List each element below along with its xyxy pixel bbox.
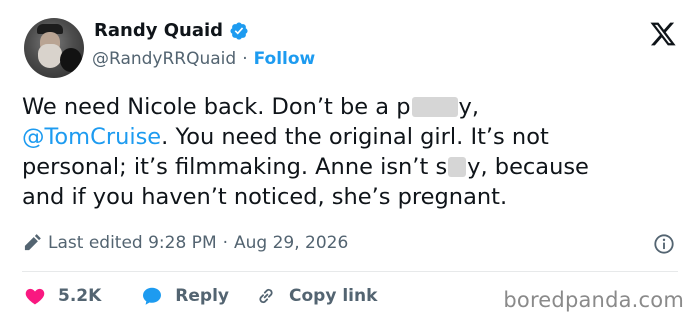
avatar-beard — [38, 44, 62, 68]
tweet-line1-prefix: We need Nicole back. Don’t be a p — [22, 94, 411, 120]
verified-badge-icon — [230, 21, 248, 40]
reply-button[interactable]: Reply — [141, 285, 229, 307]
censor-blur-2 — [448, 157, 467, 177]
author-name-row: Randy Quaid — [94, 20, 249, 41]
x-logo-icon[interactable] — [648, 20, 678, 48]
tweet-line3: personal; it’s filmmaking. Anne isn’t s — [22, 154, 448, 180]
avatar-dog — [60, 48, 82, 72]
edited-label[interactable]: Last edited 9:28 PM — [48, 233, 217, 253]
tweet-line1-suffix: y, — [458, 94, 479, 120]
reply-label: Reply — [175, 286, 229, 306]
heart-icon — [25, 288, 45, 305]
like-count: 5.2K — [58, 286, 102, 306]
pencil-icon — [24, 234, 41, 251]
avatar[interactable] — [24, 18, 84, 78]
action-bar: 5.2K Reply Copy link — [24, 285, 377, 307]
censor-blur-1 — [411, 97, 458, 117]
info-icon[interactable] — [653, 233, 675, 255]
edited-date[interactable]: Aug 29, 2026 — [234, 233, 348, 253]
tweet-line3-suffix: y, because — [467, 154, 589, 180]
author-handle[interactable]: @RandyRRQuaid — [92, 49, 236, 69]
author-name[interactable]: Randy Quaid — [94, 20, 223, 41]
edited-separator: · — [222, 233, 229, 253]
mention-link[interactable]: @TomCruise — [22, 124, 161, 150]
copy-link-button[interactable]: Copy link — [255, 285, 377, 307]
copy-link-label: Copy link — [289, 286, 378, 306]
like-button[interactable]: 5.2K — [24, 285, 101, 307]
link-icon — [259, 288, 273, 304]
tweet-line4: and if you haven’t noticed, she’s pregna… — [22, 184, 508, 210]
tweet-line2: . You need the original girl. It’s not — [161, 124, 549, 150]
chat-bubble-icon — [143, 287, 162, 305]
watermark: boredpanda.com — [503, 288, 684, 312]
divider — [22, 271, 678, 272]
tweet-text: We need Nicole back. Don’t be a p y, @TomC… — [22, 92, 682, 212]
follow-button[interactable]: Follow — [254, 49, 316, 69]
handle-separator: · — [242, 49, 248, 69]
tweet-card: Randy Quaid @RandyRRQuaid · Follow We ne… — [0, 0, 700, 324]
edited-timestamp-row: Last edited 9:28 PM · Aug 29, 2026 — [22, 233, 348, 253]
author-handle-row: @RandyRRQuaid · Follow — [92, 49, 315, 69]
